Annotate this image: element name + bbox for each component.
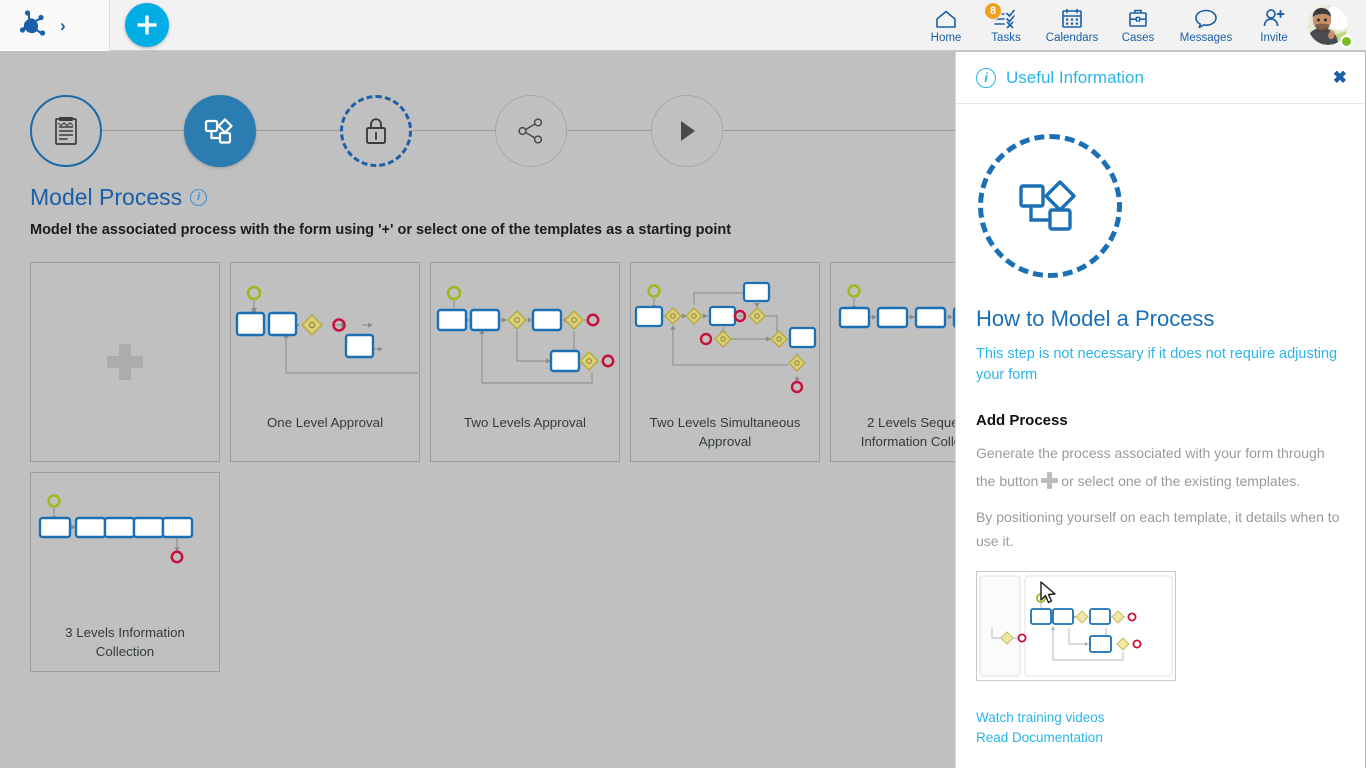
home-icon (934, 7, 958, 31)
panel-body: How to Model a Process This step is not … (956, 104, 1365, 767)
panel-subheading: This step is not necessary if it does no… (976, 344, 1345, 386)
nav-item-calendars[interactable]: Calendars (1036, 0, 1108, 51)
nav-label: Messages (1180, 32, 1232, 44)
person-add-icon (1262, 7, 1286, 31)
read-documentation-link[interactable]: Read Documentation (976, 728, 1345, 748)
header-logo-section: › (0, 0, 110, 51)
wizard-step-share[interactable] (495, 95, 567, 167)
watch-training-videos-link[interactable]: Watch training videos (976, 708, 1345, 728)
page-title-text: Model Process (30, 184, 182, 211)
panel-paragraph-2: By positioning yourself on each template… (976, 505, 1345, 553)
nav-item-invite[interactable]: Invite (1244, 0, 1304, 51)
nav-item-home[interactable]: Home (916, 0, 976, 51)
nav-label: Tasks (991, 32, 1020, 44)
template-card-one-level-approval[interactable]: One Level Approval (230, 262, 420, 462)
bpmn-diagram-one-level (231, 263, 419, 403)
process-diagram-icon (1019, 178, 1081, 234)
briefcase-icon (1127, 7, 1149, 31)
lock-icon (363, 116, 389, 146)
process-diagram-icon (204, 116, 236, 146)
wizard-step-publish[interactable] (651, 95, 723, 167)
app-logo[interactable] (16, 8, 50, 42)
close-icon[interactable]: ✖ (1333, 69, 1347, 86)
bpmn-diagram-three-levels (31, 473, 219, 613)
form-clipboard-icon (53, 116, 79, 146)
plus-icon (1041, 472, 1058, 489)
panel-section-title: Add Process (976, 412, 1345, 429)
nav-label: Cases (1122, 32, 1155, 44)
wizard-step-form[interactable] (30, 95, 102, 167)
useful-information-panel: i Useful Information ✖ How to Model a Pr… (955, 52, 1366, 768)
header-actions (110, 3, 916, 47)
panel-hero-icon-wrap (978, 134, 1122, 278)
process-editor-preview[interactable] (976, 571, 1176, 681)
template-gallery: One Level Approval (30, 262, 1060, 672)
top-header: › Home 8 (0, 0, 1366, 51)
panel-header: i Useful Information ✖ (956, 52, 1365, 104)
nav-label: Invite (1260, 32, 1288, 44)
wizard-step-process[interactable] (184, 95, 256, 167)
status-online-indicator (1340, 35, 1353, 48)
template-label: Two Levels Approval (435, 413, 615, 432)
panel-paragraph-1: Generate the process associated with you… (976, 439, 1345, 495)
bpmn-diagram-two-simultaneous (631, 263, 819, 403)
nav-label: Home (931, 32, 962, 44)
template-card-two-levels-simultaneous-approval[interactable]: Two Levels Simultaneous Approval (630, 262, 820, 462)
add-button[interactable] (125, 3, 169, 47)
calendar-icon (1061, 7, 1083, 31)
panel-heading: How to Model a Process (976, 306, 1345, 332)
avatar[interactable] (1308, 5, 1354, 51)
chat-bubble-icon (1194, 7, 1218, 31)
template-label: One Level Approval (235, 413, 415, 432)
template-card-3-levels-information-collection[interactable]: 3 Levels Information Collection (30, 472, 220, 672)
nav-item-tasks[interactable]: 8 Tasks (976, 0, 1036, 51)
info-icon: i (976, 68, 996, 88)
plus-icon (136, 14, 158, 36)
nav-item-cases[interactable]: Cases (1108, 0, 1168, 51)
nav-item-messages[interactable]: Messages (1168, 0, 1244, 51)
info-icon[interactable]: i (190, 189, 207, 206)
paragraph-1-after: or select one of the existing templates. (1061, 473, 1300, 489)
start-event (248, 287, 260, 299)
nav-label: Calendars (1046, 32, 1098, 44)
plus-icon (107, 344, 143, 380)
bpmn-diagram-two-levels (431, 263, 619, 403)
wizard-step-permissions[interactable] (340, 95, 412, 167)
panel-title: Useful Information (1006, 68, 1333, 88)
app-root: › Home 8 (0, 0, 1366, 768)
primary-nav: Home 8 Tasks (916, 0, 1366, 51)
template-label: Two Levels Simultaneous Approval (635, 413, 815, 451)
play-icon (674, 117, 700, 145)
add-new-process-card[interactable] (30, 262, 220, 462)
expand-sidebar-icon[interactable]: › (60, 17, 66, 34)
tasks-badge: 8 (984, 2, 1002, 20)
panel-links: Watch training videos Read Documentation (976, 708, 1345, 748)
template-label: 3 Levels Information Collection (35, 623, 215, 661)
template-card-two-levels-approval[interactable]: Two Levels Approval (430, 262, 620, 462)
share-nodes-icon (516, 117, 546, 145)
